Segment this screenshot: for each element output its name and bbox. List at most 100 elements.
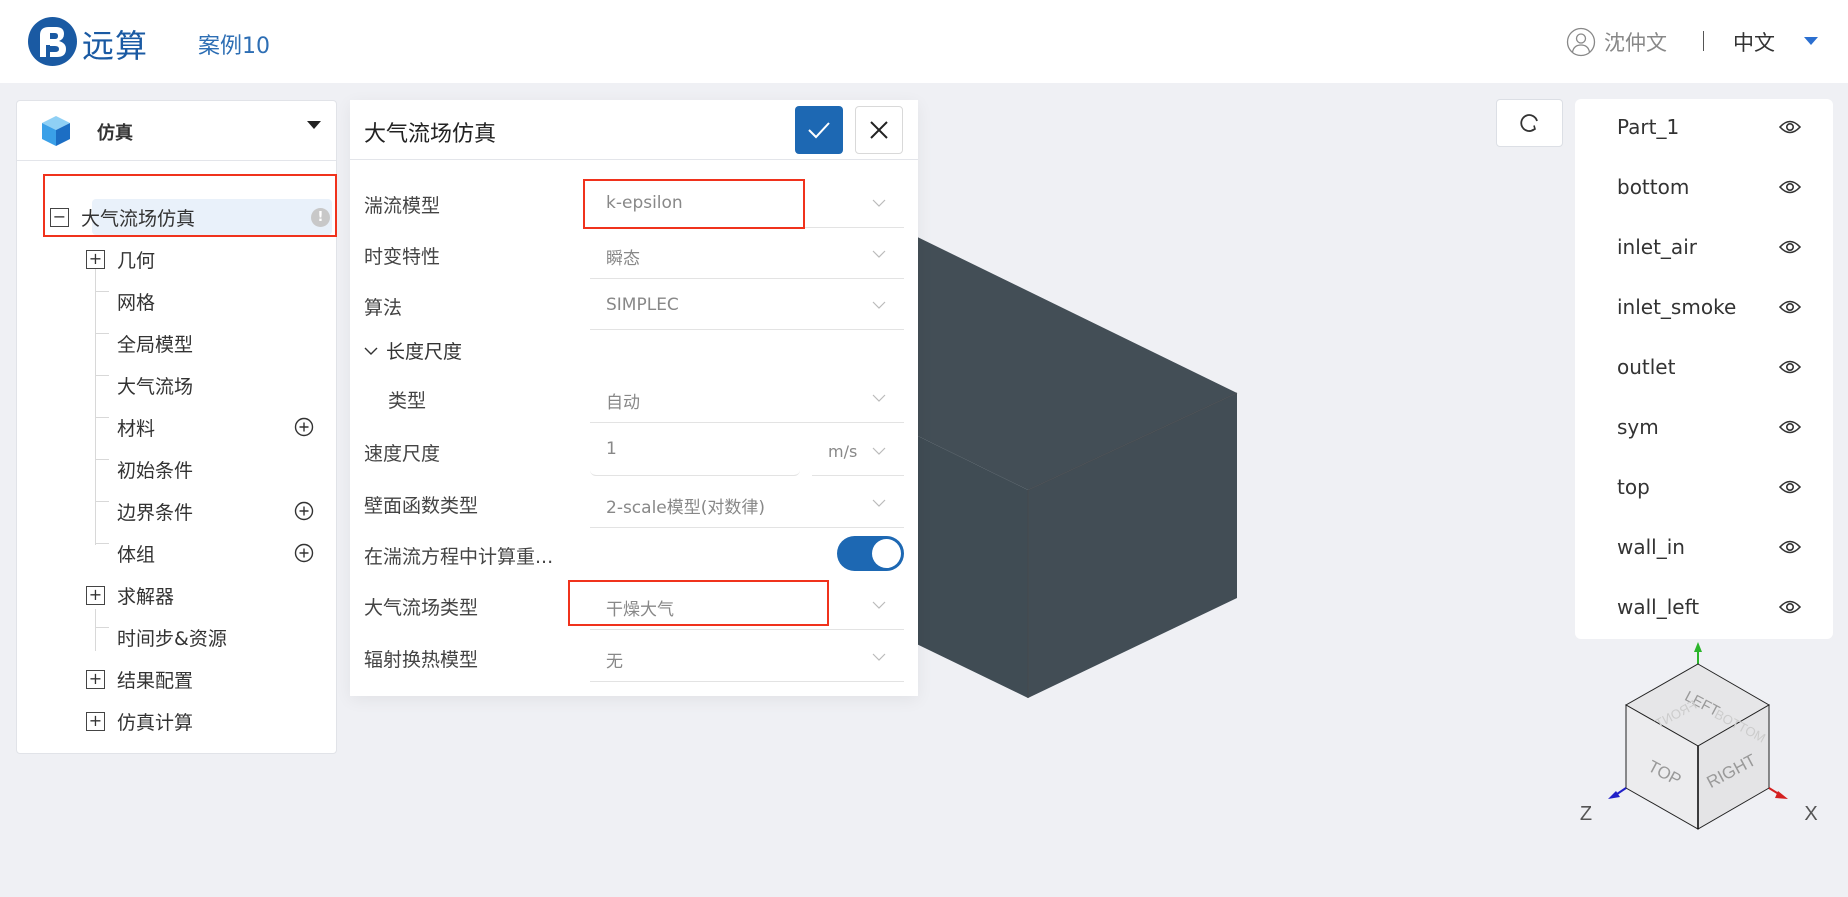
select-value: 自动 — [606, 393, 640, 413]
check-icon — [808, 122, 830, 139]
radiation-model-select[interactable]: 无 — [590, 632, 904, 682]
annotation-highlight-box — [568, 580, 829, 626]
time-dependence-select[interactable]: 瞬态 — [590, 229, 904, 279]
properties-panel: 大气流场仿真 湍流模型 k-epsilon 时变特性 瞬态 算法 SIMPLEC… — [350, 100, 918, 696]
eye-icon[interactable] — [1779, 239, 1801, 255]
tree-connector — [95, 417, 109, 418]
part-item[interactable]: sym — [1575, 399, 1833, 459]
tree-connector — [95, 375, 109, 376]
gravity-in-turbulence-toggle[interactable] — [837, 536, 904, 571]
velocity-scale-input[interactable]: 1 — [590, 426, 800, 476]
top-header: 远算 案例10 沈仲文 中文 — [0, 0, 1848, 83]
user-name: 沈仲文 — [1604, 31, 1667, 55]
close-button[interactable] — [855, 106, 903, 154]
length-scale-type-select[interactable]: 自动 — [590, 373, 904, 423]
caret-down-icon[interactable] — [307, 121, 321, 129]
chevron-down-icon — [872, 601, 886, 609]
tree-item-solver[interactable]: + 求解器 — [86, 580, 174, 610]
part-name: Part_1 — [1617, 115, 1680, 139]
part-item[interactable]: outlet — [1575, 339, 1833, 399]
logo-mark-icon — [28, 17, 77, 66]
add-boundary-condition-icon[interactable] — [294, 501, 314, 521]
field-radiation-model: 辐射换热模型 无 — [350, 632, 918, 682]
tree-item-materials[interactable]: 材料 — [117, 412, 155, 442]
user-menu[interactable]: 沈仲文 — [1566, 26, 1667, 58]
eye-icon[interactable] — [1779, 179, 1801, 195]
tree-connector — [95, 333, 109, 334]
tree-connector — [95, 501, 109, 502]
part-item[interactable]: Part_1 — [1575, 99, 1833, 159]
expand-icon[interactable]: + — [86, 669, 105, 689]
tree-item-timestep-resources[interactable]: 时间步&资源 — [117, 622, 227, 652]
brand-logo[interactable]: 远算 — [28, 17, 158, 67]
tree-connector — [95, 291, 109, 292]
length-scale-section-toggle[interactable]: 长度尺度 — [364, 337, 462, 364]
eye-icon[interactable] — [1779, 419, 1801, 435]
add-material-icon[interactable] — [294, 417, 314, 437]
sidebar-title: 仿真 — [97, 123, 133, 144]
sidebar-header[interactable]: 仿真 — [17, 101, 336, 161]
field-label: 类型 — [388, 390, 427, 412]
tree-item-atmospheric-flow[interactable]: 大气流场 — [117, 370, 193, 400]
field-label: 在湍流方程中计算重... — [364, 546, 554, 568]
x-axis-label: X — [1804, 803, 1817, 825]
tree-item-geometry[interactable]: + 几何 — [86, 244, 155, 274]
field-time-dependence: 时变特性 瞬态 — [350, 229, 918, 279]
field-velocity-scale: 速度尺度 1 m/s — [350, 426, 918, 476]
tree-connector — [95, 459, 109, 460]
close-icon — [870, 121, 888, 139]
tree-item-run-simulation[interactable]: + 仿真计算 — [86, 706, 193, 736]
chevron-down-icon — [872, 199, 886, 207]
language-selector[interactable]: 中文 — [1733, 27, 1775, 57]
wall-function-select[interactable]: 2-scale模型(对数律) — [590, 478, 904, 528]
reset-view-button[interactable] — [1496, 99, 1563, 147]
eye-icon[interactable] — [1779, 299, 1801, 315]
logo-text: 远算 — [82, 27, 149, 65]
part-item[interactable]: inlet_air — [1575, 219, 1833, 279]
algorithm-select[interactable]: SIMPLEC — [590, 280, 904, 330]
eye-icon[interactable] — [1779, 599, 1801, 615]
parts-visibility-list: Part_1 bottom inlet_air inlet_smoke outl… — [1575, 99, 1833, 639]
field-label: 大气流场类型 — [364, 597, 479, 619]
y-axis-arrow-icon — [1694, 642, 1702, 652]
eye-icon[interactable] — [1779, 479, 1801, 495]
unit-value: m/s — [828, 442, 858, 461]
eye-icon[interactable] — [1779, 359, 1801, 375]
velocity-unit-select[interactable]: m/s — [812, 426, 904, 476]
chevron-down-icon — [364, 347, 378, 355]
eye-icon[interactable] — [1779, 119, 1801, 135]
z-axis-label: Z — [1580, 803, 1592, 825]
toggle-knob — [872, 539, 901, 568]
confirm-button[interactable] — [795, 106, 843, 154]
caret-down-icon[interactable] — [1804, 37, 1818, 45]
panel-header: 大气流场仿真 — [350, 100, 918, 160]
tree-item-initial-conditions[interactable]: 初始条件 — [117, 454, 193, 484]
eye-icon[interactable] — [1779, 539, 1801, 555]
expand-icon[interactable]: + — [86, 249, 105, 269]
part-item[interactable]: wall_in — [1575, 519, 1833, 579]
tree-item-boundary-conditions[interactable]: 边界条件 — [117, 496, 193, 526]
part-item[interactable]: inlet_smoke — [1575, 279, 1833, 339]
part-name: wall_left — [1617, 595, 1700, 619]
tree-item-result-config[interactable]: + 结果配置 — [86, 664, 193, 694]
expand-icon[interactable]: + — [86, 711, 105, 731]
expand-icon[interactable]: + — [86, 585, 105, 605]
chevron-down-icon — [872, 447, 886, 455]
add-body-group-icon[interactable] — [294, 543, 314, 563]
orientation-view-cube[interactable]: LEFT FRONT BOTTOM TOP RIGHT Z X — [1560, 630, 1848, 897]
part-item[interactable]: bottom — [1575, 159, 1833, 219]
chevron-down-icon — [872, 653, 886, 661]
tree-item-global-model[interactable]: 全局模型 — [117, 328, 193, 358]
tree-item-body-groups[interactable]: 体组 — [117, 538, 155, 568]
field-label: 速度尺度 — [364, 443, 441, 465]
select-value: 2-scale模型(对数律) — [606, 498, 766, 518]
part-name: wall_in — [1617, 535, 1685, 559]
tree-connector — [95, 269, 96, 545]
tree-item-mesh[interactable]: 网格 — [117, 286, 155, 316]
select-value: 瞬态 — [606, 249, 640, 269]
part-item[interactable]: top — [1575, 459, 1833, 519]
field-label: 时变特性 — [364, 246, 441, 268]
part-name: outlet — [1617, 355, 1676, 379]
tree-connector — [95, 543, 109, 544]
field-label: 壁面函数类型 — [364, 495, 479, 517]
